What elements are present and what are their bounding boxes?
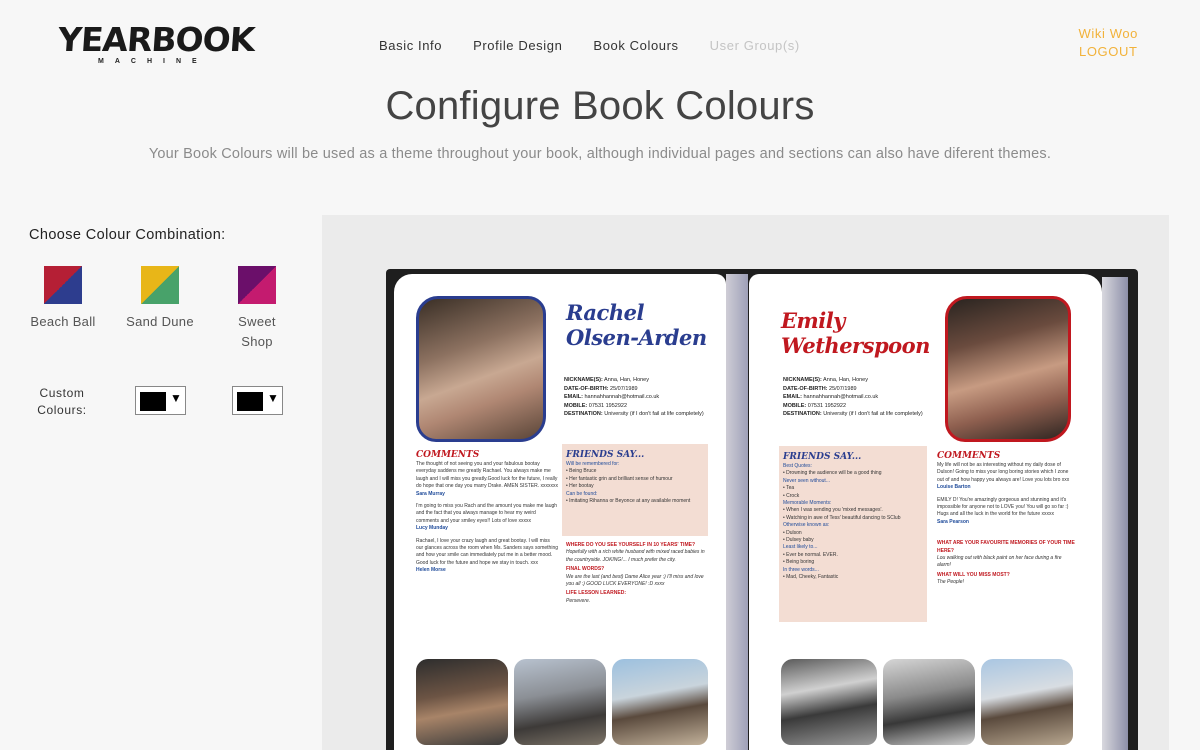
nav-user-groups: User Group(s)	[709, 38, 800, 53]
user-name[interactable]: Wiki Woo	[1079, 25, 1138, 43]
profile-photo	[416, 296, 546, 442]
dropdown-arrow-icon: ▼	[267, 391, 279, 405]
page-spine	[726, 274, 748, 750]
profile-photo	[945, 296, 1071, 442]
page-subtitle: Your Book Colours will be used as a them…	[148, 146, 1052, 162]
comments-title: COMMENTS	[937, 451, 1001, 461]
gallery-photo	[883, 659, 975, 745]
user-menu: Wiki Woo LOGOUT	[1079, 25, 1138, 61]
combo-beach-ball[interactable]: Beach Ball	[18, 266, 108, 352]
combo-label: Sand Dune	[126, 314, 194, 329]
profile-last-name: Olsen-Arden	[566, 325, 707, 350]
profile-first-name: Emily	[781, 308, 845, 333]
custom-colour-picker-2[interactable]: ▼	[232, 386, 283, 415]
nav-book-colours[interactable]: Book Colours	[593, 38, 678, 53]
book-preview: Rachel Olsen-Arden NICKNAME(S): Anna, Ha…	[322, 215, 1169, 750]
friends-title: FRIENDS SAY...	[783, 452, 862, 462]
comments-title: COMMENTS	[416, 450, 480, 460]
qa-section: WHERE DO YOU SEE YOURSELF IN 10 YEARS' T…	[566, 542, 705, 604]
combo-swatch[interactable]	[141, 266, 179, 304]
main-nav: Basic Info Profile Design Book Colours U…	[379, 38, 831, 53]
friends-title: FRIENDS SAY...	[566, 450, 645, 460]
colour-combinations: Beach Ball Sand Dune Sweet Shop	[18, 266, 309, 352]
picker-swatch	[140, 392, 166, 411]
comment-text: The thought of not seeing you and your f…	[416, 461, 559, 490]
gallery-photo	[416, 659, 508, 745]
combo-swatch[interactable]	[238, 266, 276, 304]
comment-text: My life will not be as interesting witho…	[937, 462, 1070, 483]
profile-info: NICKNAME(S): Anna, Han, Honey DATE-OF-BI…	[783, 377, 923, 418]
comments-section: COMMENTS My life will not be as interest…	[937, 451, 1075, 586]
comment-author: Helen Morse	[416, 567, 446, 574]
comment-author: Lucy Munday	[416, 525, 448, 532]
page-edge	[1102, 277, 1128, 750]
friends-say-box: FRIENDS SAY... Best Quotes: • Drowning t…	[779, 446, 927, 622]
profile-last-name: Wetherspoon	[781, 333, 930, 358]
comments-section: COMMENTS The thought of not seeing you a…	[416, 449, 558, 575]
combo-label: Beach Ball	[30, 314, 96, 329]
combo-swatch[interactable]	[44, 266, 82, 304]
dropdown-arrow-icon: ▼	[170, 391, 182, 405]
picker-swatch	[237, 392, 263, 411]
comment-author: Sara Murray	[416, 490, 445, 497]
nav-basic-info[interactable]: Basic Info	[379, 38, 442, 53]
gallery-photo	[781, 659, 877, 745]
logo-wordmark: YEARBOOK	[56, 20, 256, 59]
gallery-photo	[981, 659, 1073, 745]
profile-name: Rachel Olsen-Arden	[566, 300, 707, 350]
logout-link[interactable]: LOGOUT	[1079, 43, 1138, 61]
friends-say-box: FRIENDS SAY... Will be remembered for: •…	[562, 444, 708, 536]
logo[interactable]: YEARBOOK MACHINE	[56, 20, 256, 68]
left-page: Rachel Olsen-Arden NICKNAME(S): Anna, Ha…	[394, 274, 726, 750]
comment-author: Louise Barton	[937, 484, 971, 491]
colour-combination-heading: Choose Colour Combination:	[29, 227, 226, 243]
gallery-photo	[612, 659, 708, 745]
right-page: Emily Wetherspoon NICKNAME(S): Anna, Han…	[749, 274, 1102, 750]
logo-subtitle: MACHINE	[98, 58, 208, 65]
profile-first-name: Rachel	[566, 300, 644, 325]
combo-sweet-shop[interactable]: Sweet Shop	[212, 266, 302, 352]
gallery-photo	[514, 659, 606, 745]
comment-text: EMILY D! You're amazingly gorgeous and s…	[937, 496, 1069, 518]
comment-text: I'm going to miss you Rach and the amoun…	[416, 503, 558, 524]
comment-author: Sara Pearson	[937, 518, 969, 525]
custom-colour-picker-1[interactable]: ▼	[135, 386, 186, 415]
page-title: Configure Book Colours	[385, 84, 815, 128]
yearbook-spread: Rachel Olsen-Arden NICKNAME(S): Anna, Ha…	[386, 269, 1138, 750]
profile-info: NICKNAME(S): Anna, Han, Honey DATE-OF-BI…	[564, 377, 704, 418]
profile-name: Emily Wetherspoon	[781, 308, 930, 358]
custom-colours-label: Custom Colours:	[37, 386, 87, 417]
combo-sand-dune[interactable]: Sand Dune	[115, 266, 205, 352]
comment-text: Rachael, I love your crazy laugh and gre…	[416, 537, 559, 566]
nav-profile-design[interactable]: Profile Design	[473, 38, 562, 53]
combo-label: Sweet Shop	[238, 314, 276, 349]
